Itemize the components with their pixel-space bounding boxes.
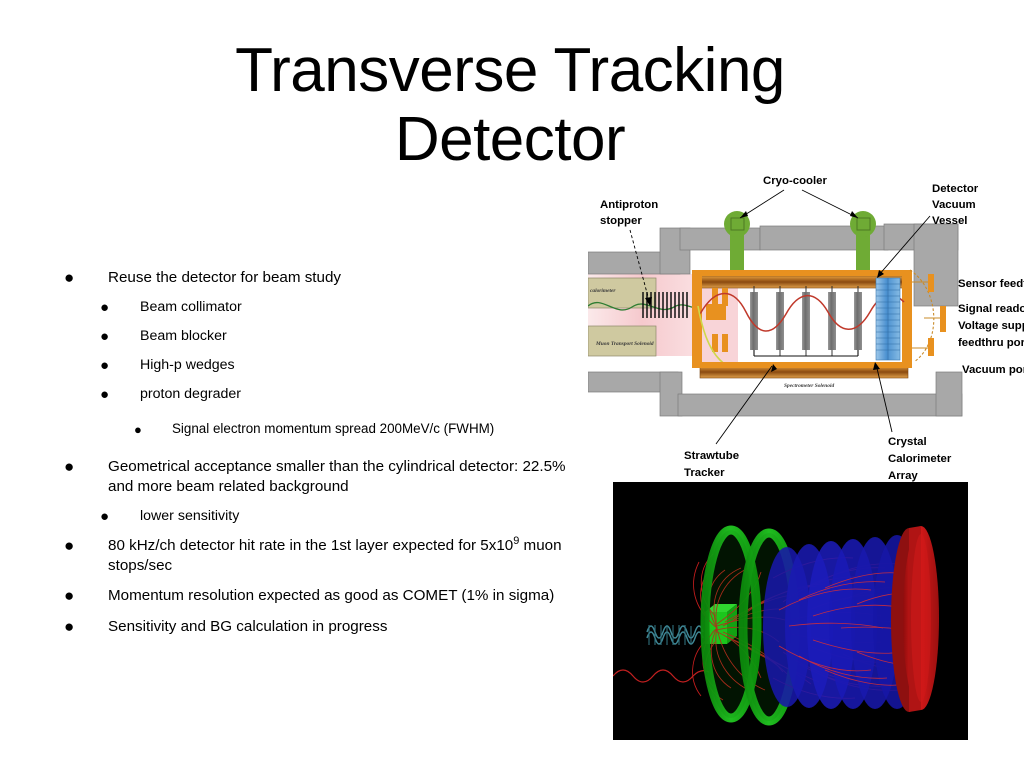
list-item: ● Beam blocker xyxy=(0,327,580,346)
strawtube-tracker-label-line1: Strawtube xyxy=(684,450,739,462)
detector-cross-section-diagram: calorimeter Muon Transport Solenoid Spec… xyxy=(588,166,1024,486)
antiproton-stopper-label-line2: stopper xyxy=(600,215,642,227)
list-item: ● 80 kHz/ch detector hit rate in the 1st… xyxy=(0,534,580,576)
bullet-dot-icon: ● xyxy=(100,508,110,526)
signal-readout-label-line3: feedthru port xyxy=(958,337,1024,349)
bullet-dot-icon: ● xyxy=(64,456,75,476)
bullet-dot-icon: ● xyxy=(64,586,75,606)
cryo-cooler-label: Cryo-cooler xyxy=(763,175,827,187)
list-item: ● Beam collimator xyxy=(0,298,580,317)
bullet-dot-icon: ● xyxy=(100,328,110,346)
list-item: ● Sensitivity and BG calculation in prog… xyxy=(0,617,580,637)
list-item-label: Reuse the detector for beam study xyxy=(108,269,342,286)
sensor-feedthru-label: Sensor feedthru xyxy=(958,278,1024,290)
bullet-dot-icon: ● xyxy=(100,356,110,374)
list-item-label: proton degrader xyxy=(140,385,241,402)
crystal-calorimeter-label-line3: Array xyxy=(888,470,918,482)
spectrometer-solenoid-label: Spectrometer Solenoid xyxy=(784,383,834,389)
list-item: ● proton degrader xyxy=(0,385,580,404)
list-item: ● lower sensitivity xyxy=(0,507,580,526)
antiproton-stopper-label-line1: Antiproton xyxy=(600,199,658,211)
strawtube-tracker-label-line2: Tracker xyxy=(684,467,725,479)
list-item-label: Geometrical acceptance smaller than the … xyxy=(108,457,566,495)
bullet-dot-icon: ● xyxy=(64,535,75,555)
list-item: ● Signal electron momentum spread 200MeV… xyxy=(0,420,580,438)
list-item-label: Momentum resolution expected as good as … xyxy=(108,587,555,605)
detector-simulation-image xyxy=(613,482,968,740)
list-item-label: Signal electron momentum spread 200MeV/c… xyxy=(172,420,495,436)
bullet-dot-icon: ● xyxy=(134,421,142,437)
crystal-calorimeter-label-line1: Crystal xyxy=(888,436,927,448)
crystal-calorimeter-array xyxy=(875,277,901,361)
signal-readout-label-line1: Signal readout & xyxy=(958,303,1024,315)
list-item-label: High-p wedges xyxy=(140,356,235,373)
detector-vacuum-vessel-label-line1: Detector xyxy=(932,183,979,195)
crystal-calorimeter-label-line2: Calorimeter xyxy=(888,453,952,465)
bullet-dot-icon: ● xyxy=(100,299,110,317)
list-item: ● Momentum resolution expected as good a… xyxy=(0,586,580,606)
calorimeter-inline-label: calorimeter xyxy=(590,288,616,294)
bullet-dot-icon: ● xyxy=(100,385,110,403)
bullet-list: ● Reuse the detector for beam study ● Be… xyxy=(0,268,580,641)
list-item: ● High-p wedges xyxy=(0,356,580,375)
page-title: Transverse Tracking Detector xyxy=(235,36,785,175)
list-item-label: lower sensitivity xyxy=(140,508,240,525)
detector-vacuum-vessel-label-line2: Vacuum xyxy=(932,199,976,211)
list-item: ● Reuse the detector for beam study xyxy=(0,268,580,288)
muon-transport-solenoid-label: Muon Transport Solenoid xyxy=(595,341,654,347)
list-item-label: 80 kHz/ch detector hit rate in the 1st l… xyxy=(108,534,562,575)
list-item-label: Beam collimator xyxy=(140,299,242,316)
signal-readout-label-line2: Voltage supply xyxy=(958,320,1024,332)
list-item: ● Geometrical acceptance smaller than th… xyxy=(0,457,580,497)
calorimeter-disc xyxy=(891,526,939,712)
list-item-label: Sensitivity and BG calculation in progre… xyxy=(108,617,388,635)
bullet-dot-icon: ● xyxy=(64,268,75,287)
bullet-dot-icon: ● xyxy=(64,616,75,636)
vacuum-port-label: Vacuum port xyxy=(962,364,1024,376)
detector-vacuum-vessel-label-line3: Vessel xyxy=(932,215,967,227)
list-item-label: Beam blocker xyxy=(140,328,227,345)
